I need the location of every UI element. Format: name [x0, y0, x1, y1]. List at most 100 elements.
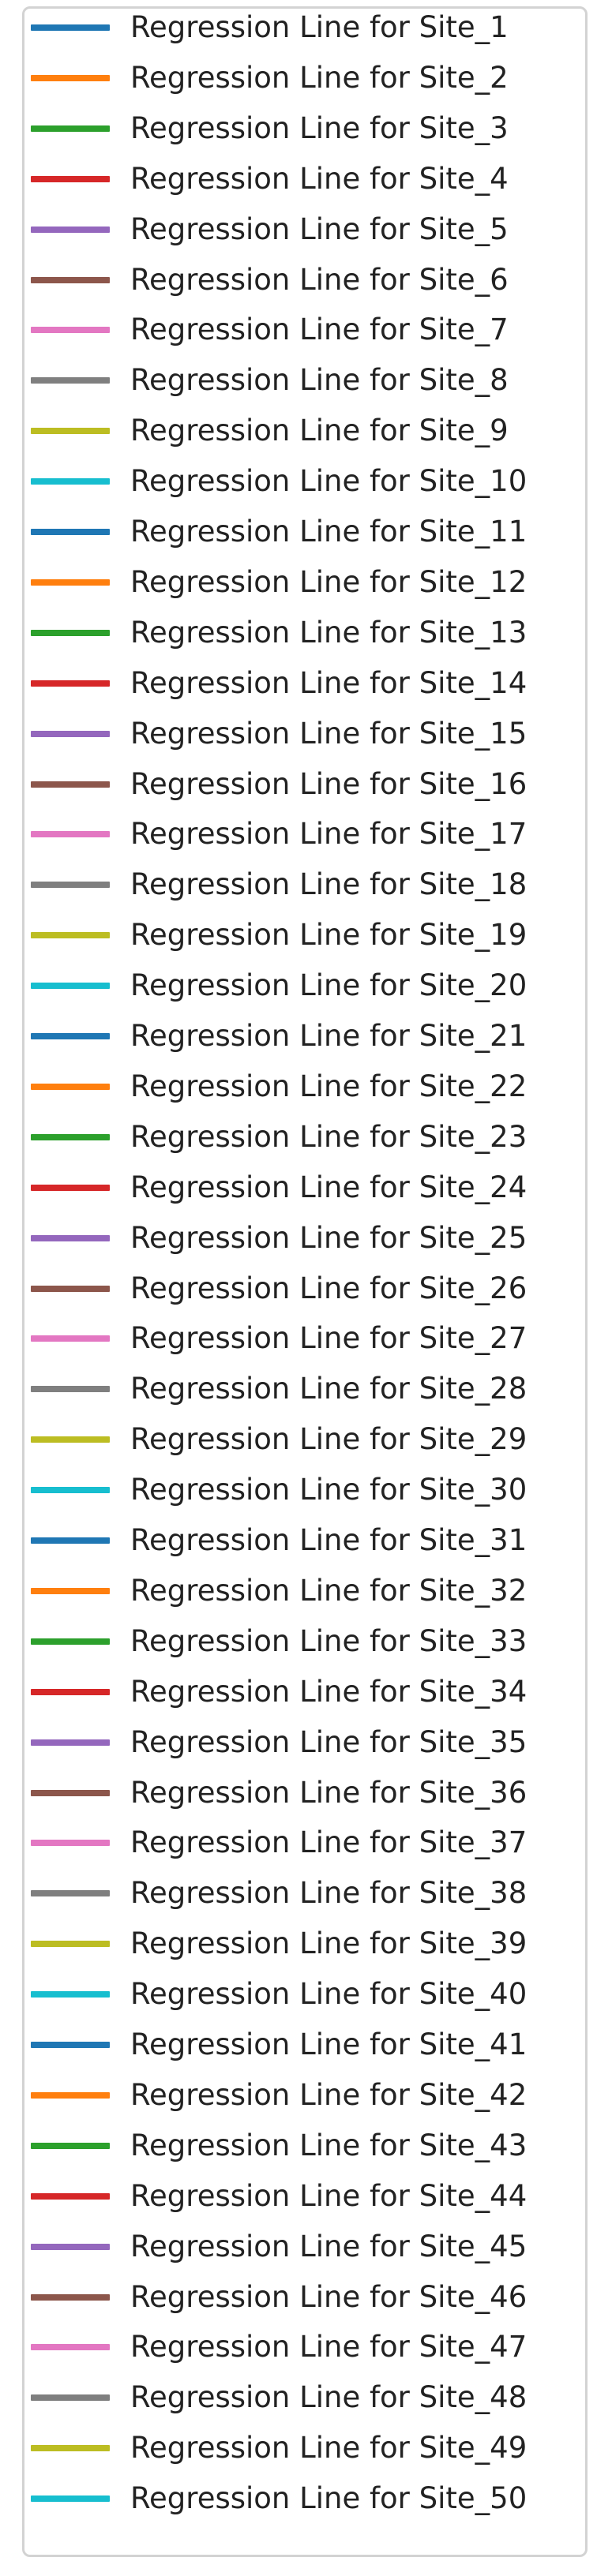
legend-label: Regression Line for Site_49 — [130, 2431, 528, 2466]
legend-entry: Regression Line for Site_5 — [24, 213, 585, 245]
legend-line-swatch — [31, 932, 110, 939]
legend-label: Regression Line for Site_43 — [130, 2128, 528, 2162]
legend-entry: Regression Line for Site_28 — [24, 1373, 585, 1405]
legend-entry: Regression Line for Site_50 — [24, 2483, 585, 2514]
legend-label: Regression Line for Site_39 — [130, 1926, 528, 1961]
legend-label: Regression Line for Site_7 — [130, 313, 509, 347]
legend-entry: Regression Line for Site_45 — [24, 2229, 585, 2263]
legend-entry: Regression Line for Site_12 — [24, 566, 585, 598]
legend-label: Regression Line for Site_24 — [130, 1170, 528, 1204]
legend-entry: Regression Line for Site_17 — [24, 818, 585, 850]
legend-label: Regression Line for Site_37 — [130, 1825, 528, 1860]
legend-label: Regression Line for Site_38 — [130, 1876, 528, 1911]
legend-label: Regression Line for Site_34 — [130, 1674, 528, 1709]
legend-line-swatch — [31, 1487, 110, 1494]
legend-label: Regression Line for Site_45 — [130, 2229, 528, 2263]
legend-label: Regression Line for Site_25 — [130, 1220, 528, 1255]
legend-line-swatch — [31, 1335, 110, 1342]
legend-entry: Regression Line for Site_32 — [24, 1573, 585, 1608]
legend-entry: Regression Line for Site_24 — [24, 1170, 585, 1204]
legend-line-swatch — [31, 730, 110, 737]
legend-entry: Regression Line for Site_30 — [24, 1474, 585, 1506]
legend-entry: Regression Line for Site_35 — [24, 1724, 585, 1759]
legend-line-swatch — [31, 781, 110, 788]
legend-entry: Regression Line for Site_39 — [24, 1928, 585, 1960]
legend-line-swatch — [31, 2496, 110, 2503]
legend-line-swatch — [31, 1587, 110, 1594]
legend-entry: Regression Line for Site_26 — [24, 1271, 585, 1305]
legend-line-swatch — [31, 1890, 110, 1897]
legend-entry: Regression Line for Site_40 — [24, 1979, 585, 2010]
legend-entry: Regression Line for Site_34 — [24, 1676, 585, 1708]
legend-line-swatch — [31, 1033, 110, 1039]
legend-entry: Regression Line for Site_20 — [24, 970, 585, 1002]
legend-entry: Regression Line for Site_7 — [24, 314, 585, 346]
legend-label: Regression Line for Site_3 — [130, 110, 509, 145]
legend-label: Regression Line for Site_36 — [130, 1775, 528, 1810]
legend-line-swatch — [31, 1537, 110, 1544]
legend-line-swatch — [31, 125, 110, 132]
legend-entry: Regression Line for Site_33 — [24, 1623, 585, 1658]
legend-label: Regression Line for Site_1 — [130, 10, 509, 44]
legend-label: Regression Line for Site_31 — [130, 1523, 528, 1557]
legend-entry: Regression Line for Site_47 — [24, 2331, 585, 2363]
legend-entry: Regression Line for Site_49 — [24, 2432, 585, 2464]
legend-label: Regression Line for Site_33 — [130, 1623, 528, 1658]
legend-line-swatch — [31, 1083, 110, 1090]
legend-label: Regression Line for Site_28 — [130, 1372, 528, 1406]
legend-label: Regression Line for Site_35 — [130, 1724, 528, 1759]
legend-line-swatch — [31, 2344, 110, 2351]
legend-entry: Regression Line for Site_8 — [24, 365, 585, 396]
legend-line-swatch — [31, 428, 110, 435]
legend-label: Regression Line for Site_11 — [130, 515, 528, 549]
legend-line-swatch — [31, 629, 110, 636]
legend-entry: Regression Line for Site_48 — [24, 2382, 585, 2413]
legend-line-swatch — [31, 1941, 110, 1948]
legend-entry: Regression Line for Site_18 — [24, 869, 585, 900]
legend-line-swatch — [31, 276, 110, 283]
legend-label: Regression Line for Site_30 — [130, 1473, 528, 1507]
legend-label: Regression Line for Site_32 — [130, 1573, 528, 1608]
legend-line-swatch — [31, 226, 110, 233]
legend-line-swatch — [31, 1739, 110, 1746]
legend-label: Regression Line for Site_15 — [130, 716, 528, 751]
legend-entry: Regression Line for Site_16 — [24, 768, 585, 800]
legend-label: Regression Line for Site_44 — [130, 2178, 528, 2213]
legend-line-swatch — [31, 2243, 110, 2250]
legend-entry: Regression Line for Site_9 — [24, 415, 585, 447]
legend-line-swatch — [31, 377, 110, 384]
legend-entry: Regression Line for Site_36 — [24, 1777, 585, 1809]
legend-label: Regression Line for Site_9 — [130, 414, 509, 448]
legend-line-swatch — [31, 1991, 110, 1998]
legend-label: Regression Line for Site_21 — [130, 1019, 528, 1053]
legend-entry: Regression Line for Site_46 — [24, 2281, 585, 2313]
legend-line-swatch — [31, 983, 110, 990]
legend-entry: Regression Line for Site_11 — [24, 516, 585, 548]
legend-line-swatch — [31, 478, 110, 485]
legend-line-swatch — [31, 1840, 110, 1847]
legend-entry: Regression Line for Site_29 — [24, 1424, 585, 1455]
legend-entry: Regression Line for Site_13 — [24, 615, 585, 650]
legend-line-swatch — [31, 1133, 110, 1140]
legend-entry: Regression Line for Site_27 — [24, 1323, 585, 1354]
legend-line-swatch — [31, 529, 110, 535]
legend-line-swatch — [31, 74, 110, 81]
legend-label: Regression Line for Site_13 — [130, 615, 528, 650]
legend-label: Regression Line for Site_6 — [130, 262, 509, 297]
legend-entry: Regression Line for Site_6 — [24, 264, 585, 296]
legend-line-swatch — [31, 680, 110, 687]
legend-label: Regression Line for Site_14 — [130, 665, 528, 700]
legend-label: Regression Line for Site_26 — [130, 1271, 528, 1305]
legend-label: Regression Line for Site_40 — [130, 1977, 528, 2012]
legend-entry: Regression Line for Site_25 — [24, 1222, 585, 1254]
legend-entry: Regression Line for Site_37 — [24, 1827, 585, 1859]
legend-line-swatch — [31, 578, 110, 586]
legend-line-swatch — [31, 327, 110, 334]
legend-label: Regression Line for Site_2 — [130, 60, 509, 95]
legend-entry: Regression Line for Site_43 — [24, 2128, 585, 2162]
legend-label: Regression Line for Site_20 — [130, 968, 528, 1003]
legend-label: Regression Line for Site_19 — [130, 918, 528, 953]
legend-line-swatch — [31, 1436, 110, 1443]
legend-line-swatch — [31, 2445, 110, 2452]
legend-line-swatch — [31, 831, 110, 838]
